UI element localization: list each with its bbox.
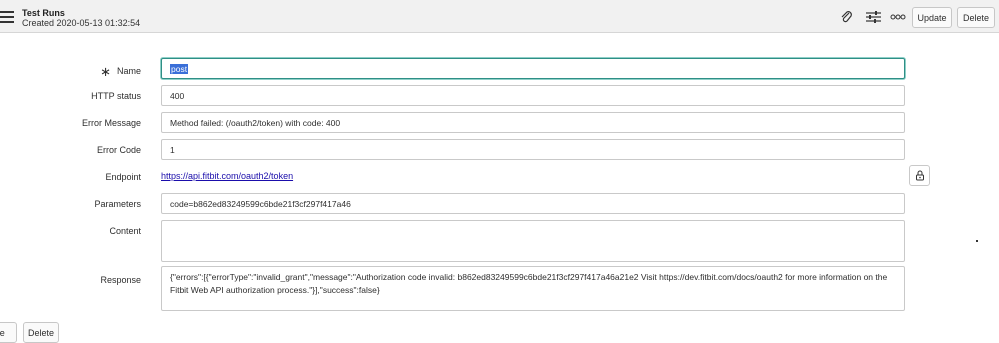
name-field[interactable]: post (161, 58, 905, 79)
unlock-endpoint-button[interactable] (909, 165, 930, 186)
endpoint-label: Endpoint (105, 172, 141, 182)
content-textarea[interactable] (161, 220, 905, 262)
settings-sliders-icon[interactable] (866, 10, 881, 24)
response-label: Response (100, 275, 141, 285)
created-timestamp: Created 2020-05-13 01:32:54 (22, 18, 141, 28)
more-options-icon[interactable] (890, 14, 906, 20)
http-status-field[interactable]: 400 (161, 85, 905, 106)
error-message-label: Error Message (81, 118, 141, 128)
error-message-field[interactable]: Method failed: (/oauth2/token) with code… (161, 112, 905, 133)
error-code-label: Error Code (96, 145, 141, 155)
name-label-text: Name (116, 66, 141, 76)
parameters-field[interactable]: code=b862ed83249599c6bde21f3cf297f417a46 (161, 193, 905, 214)
scroll-indicator (976, 240, 978, 242)
name-label: ∗ Name (100, 64, 141, 80)
endpoint-link[interactable]: https://api.fitbit.com/oauth2/token (161, 171, 293, 181)
error-message-value: Method failed: (/oauth2/token) with code… (170, 117, 341, 128)
paperclip-icon[interactable] (840, 10, 854, 24)
response-textarea[interactable]: {"errors":[{"errorType":"invalid_grant",… (161, 266, 905, 311)
http-status-label: HTTP status (91, 91, 141, 101)
lock-icon (915, 170, 924, 181)
content-label: Content (109, 226, 141, 236)
footer-update-button[interactable]: ate (0, 322, 17, 343)
delete-button[interactable]: Delete (957, 7, 995, 28)
parameters-label: Parameters (94, 199, 141, 209)
required-asterisk-icon: ∗ (100, 64, 111, 79)
page-title: Test Runs (22, 8, 65, 18)
menu-icon[interactable] (0, 11, 14, 23)
form-header: Test Runs Created 2020-05-13 01:32:54 Up… (0, 0, 999, 33)
error-code-value: 1 (170, 144, 175, 155)
parameters-value: code=b862ed83249599c6bde21f3cf297f417a46 (170, 198, 351, 209)
error-code-field[interactable]: 1 (161, 139, 905, 160)
update-button[interactable]: Update (912, 7, 952, 28)
footer-delete-button[interactable]: Delete (23, 322, 59, 343)
http-status-value: 400 (170, 90, 185, 101)
name-value: post (170, 63, 189, 74)
header-title-block: Test Runs Created 2020-05-13 01:32:54 (22, 8, 140, 28)
